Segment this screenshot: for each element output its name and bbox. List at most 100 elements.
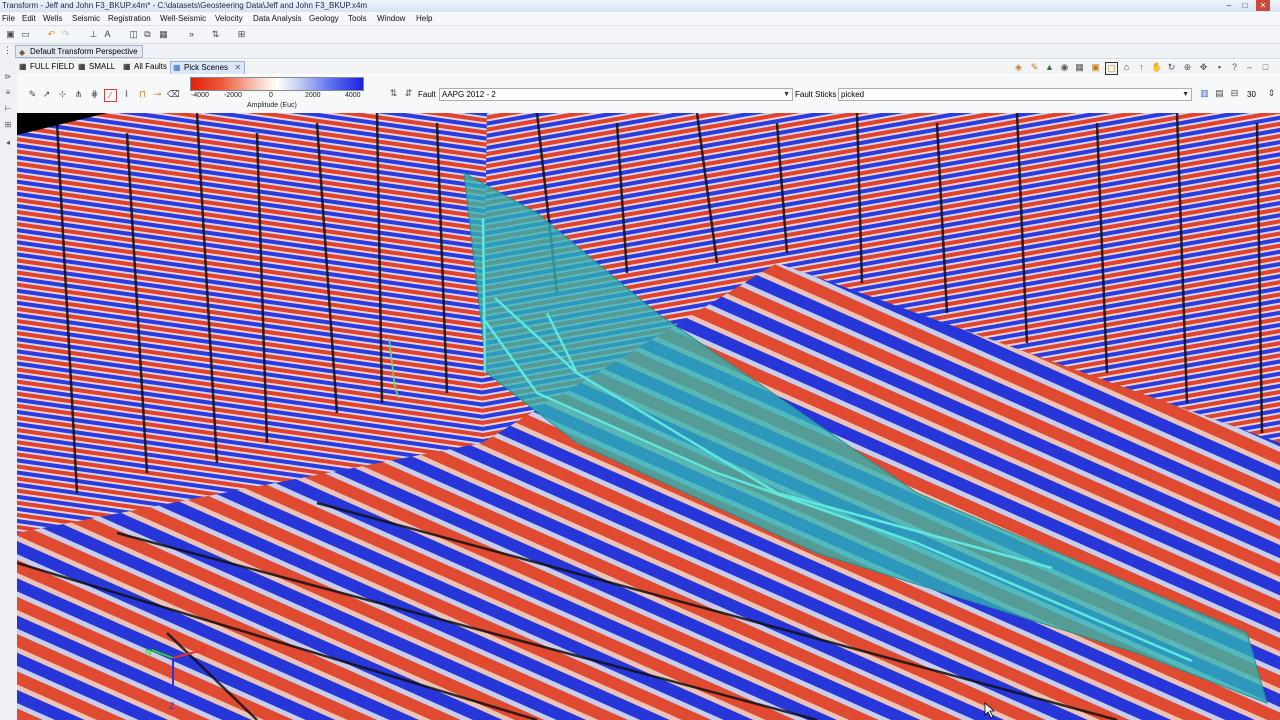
redo-icon[interactable]: ↷ [60, 29, 71, 40]
fault-sticks-label: Fault Sticks [795, 90, 837, 99]
maximize-view-icon[interactable]: □ [1260, 62, 1271, 73]
chart-icon[interactable]: ⊞ [236, 29, 247, 40]
menu-bar: File Edit Wells Seismic Registration Wel… [0, 12, 1280, 26]
surface-icon[interactable]: ▲ [1044, 62, 1055, 73]
key-icon[interactable]: ⊸ [152, 89, 163, 100]
tab-label: FULL FIELD [30, 62, 75, 71]
camera-icon[interactable]: ◉ [1059, 62, 1070, 73]
main-toolbar: ▣ ▭ ↶ ↷ ⊥ A ◫ ⧉ ▦ » ⇅ ⊞ [0, 26, 1280, 44]
close-tab-icon[interactable]: ✕ [234, 62, 241, 74]
text-tool-icon[interactable]: A [102, 29, 113, 40]
select-icon[interactable]: ⊹ [57, 89, 68, 100]
menu-window[interactable]: Window [377, 14, 405, 23]
help-icon[interactable]: ? [1229, 62, 1240, 73]
perspective-icon: ◆ [19, 48, 26, 57]
up-icon[interactable]: ↑ [1136, 62, 1147, 73]
fault-select[interactable]: AAPG 2012 - 2 ▼ [439, 88, 793, 101]
colorbar-tick: 2000 [305, 92, 321, 99]
marker-icon[interactable]: ◂ [3, 138, 13, 148]
scene-icon: ▦ [173, 63, 181, 72]
minimize-button[interactable]: – [1222, 0, 1236, 11]
fault-list-icon[interactable]: ⇅ [388, 88, 399, 99]
menu-geology[interactable]: Geology [309, 14, 339, 23]
size-value[interactable]: 30 [1247, 90, 1256, 99]
rotate-icon[interactable]: ↻ [1166, 62, 1177, 73]
perspective-tab[interactable]: ◆ Default Transform Perspective [15, 45, 143, 58]
grid-icon[interactable]: ▦ [158, 29, 169, 40]
menu-velocity[interactable]: Velocity [215, 14, 243, 23]
fault-label: Fault [418, 90, 436, 99]
tab-label: Pick Scenes [184, 63, 229, 72]
pick-icon[interactable]: ✎ [27, 89, 38, 100]
window-title: Transform - Jeff and John F3_BKUP.x4m* -… [2, 1, 368, 10]
tab-label: All Faults [134, 62, 167, 71]
menu-file[interactable]: File [2, 14, 15, 23]
perspective-bar: ⋮ ◆ Default Transform Perspective [0, 44, 1280, 59]
scene-icon: ▦ [78, 62, 86, 71]
perspective-menu-icon[interactable]: ⋮ [2, 45, 13, 56]
menu-help[interactable]: Help [416, 14, 432, 23]
windows-icon[interactable]: ◫ [128, 29, 139, 40]
box-icon[interactable]: ▣ [1090, 62, 1101, 73]
tab-full-field[interactable]: ▦ FULL FIELD [17, 61, 74, 73]
menu-tools[interactable]: Tools [348, 14, 367, 23]
hand-icon[interactable]: ✋ [1151, 62, 1162, 73]
save-icon[interactable]: ▣ [5, 29, 16, 40]
menu-seismic[interactable]: Seismic [72, 14, 100, 23]
paint-icon[interactable]: ✎ [1029, 62, 1040, 73]
maximize-button[interactable]: □ [1238, 0, 1252, 11]
well-tool-icon[interactable]: ⊥ [88, 29, 99, 40]
colorbar-tick: -4000 [191, 92, 209, 99]
seismic-scene-svg: N E Z [17, 113, 1280, 720]
menu-edit[interactable]: Edit [22, 14, 36, 23]
colorbar-tick: 4000 [345, 92, 361, 99]
z-axis-label: Z [169, 701, 175, 711]
forward-icon[interactable]: » [186, 29, 197, 40]
eraser-icon[interactable]: ⌫ [167, 89, 180, 100]
frame-icon[interactable]: ▢ [1105, 62, 1118, 75]
chevron-down-icon: ▼ [1182, 91, 1189, 98]
pencil-icon[interactable]: ∕ [104, 89, 117, 102]
trace-icon[interactable]: ⌇ [121, 89, 132, 100]
tab-pick-scenes[interactable]: ▦ Pick Scenes ✕ [170, 61, 246, 74]
home-icon[interactable]: ⌂ [1121, 62, 1132, 73]
undo-icon[interactable]: ↶ [46, 29, 57, 40]
options-icon[interactable]: ▤ [1214, 88, 1225, 99]
perspective-label: Default Transform Perspective [30, 47, 138, 56]
pin-icon[interactable]: ⊳ [3, 72, 13, 82]
stick-view-icon[interactable]: ▥ [1199, 88, 1210, 99]
close-button[interactable]: ✕ [1256, 0, 1270, 11]
snapshot-icon[interactable]: ▪ [1214, 62, 1225, 73]
menu-data-analysis[interactable]: Data Analysis [253, 14, 301, 23]
pan-icon[interactable]: ✥ [1198, 62, 1209, 73]
size-icon[interactable]: ⊟ [1229, 88, 1240, 99]
lock-icon[interactable]: ⊓ [137, 89, 148, 100]
fault-settings-icon[interactable]: ⇵ [403, 88, 414, 99]
tab-small[interactable]: ▦ SMALL [76, 61, 115, 73]
chevron-down-icon: ▼ [783, 91, 790, 98]
east-axis-label: E [201, 645, 207, 655]
colorbar-tick: 0 [269, 92, 273, 99]
edit-stick-icon[interactable]: ⋕ [89, 89, 100, 100]
stick-icon[interactable]: ⋔ [73, 89, 84, 100]
tab-all-faults[interactable]: ▦ All Faults [121, 61, 167, 73]
menu-registration[interactable]: Registration [108, 14, 151, 23]
grid-icon[interactable]: ▦ [1074, 62, 1085, 73]
zoom-icon[interactable]: ⊕ [1182, 62, 1193, 73]
view-icon[interactable]: ◈ [1013, 62, 1024, 73]
layers-icon[interactable]: ≡ [3, 88, 13, 98]
colorbar-tick: -2000 [224, 92, 242, 99]
seismic-3d-viewport[interactable]: N E Z [17, 113, 1280, 720]
scene-icon: ▦ [19, 62, 27, 71]
tool-icon[interactable]: ⊢ [3, 104, 13, 114]
menu-well-seismic[interactable]: Well-Seismic [160, 14, 206, 23]
grid-icon[interactable]: ⊞ [3, 120, 13, 130]
spinner-icon[interactable]: ⇕ [1266, 88, 1277, 99]
cascade-icon[interactable]: ⧉ [142, 29, 153, 40]
minimize-view-icon[interactable]: – [1244, 62, 1255, 73]
transform-icon[interactable]: ⇅ [210, 29, 221, 40]
fault-sticks-select[interactable]: picked ▼ [838, 88, 1192, 101]
open-icon[interactable]: ▭ [20, 29, 31, 40]
menu-wells[interactable]: Wells [43, 14, 62, 23]
arrow-icon[interactable]: ↗ [41, 89, 52, 100]
